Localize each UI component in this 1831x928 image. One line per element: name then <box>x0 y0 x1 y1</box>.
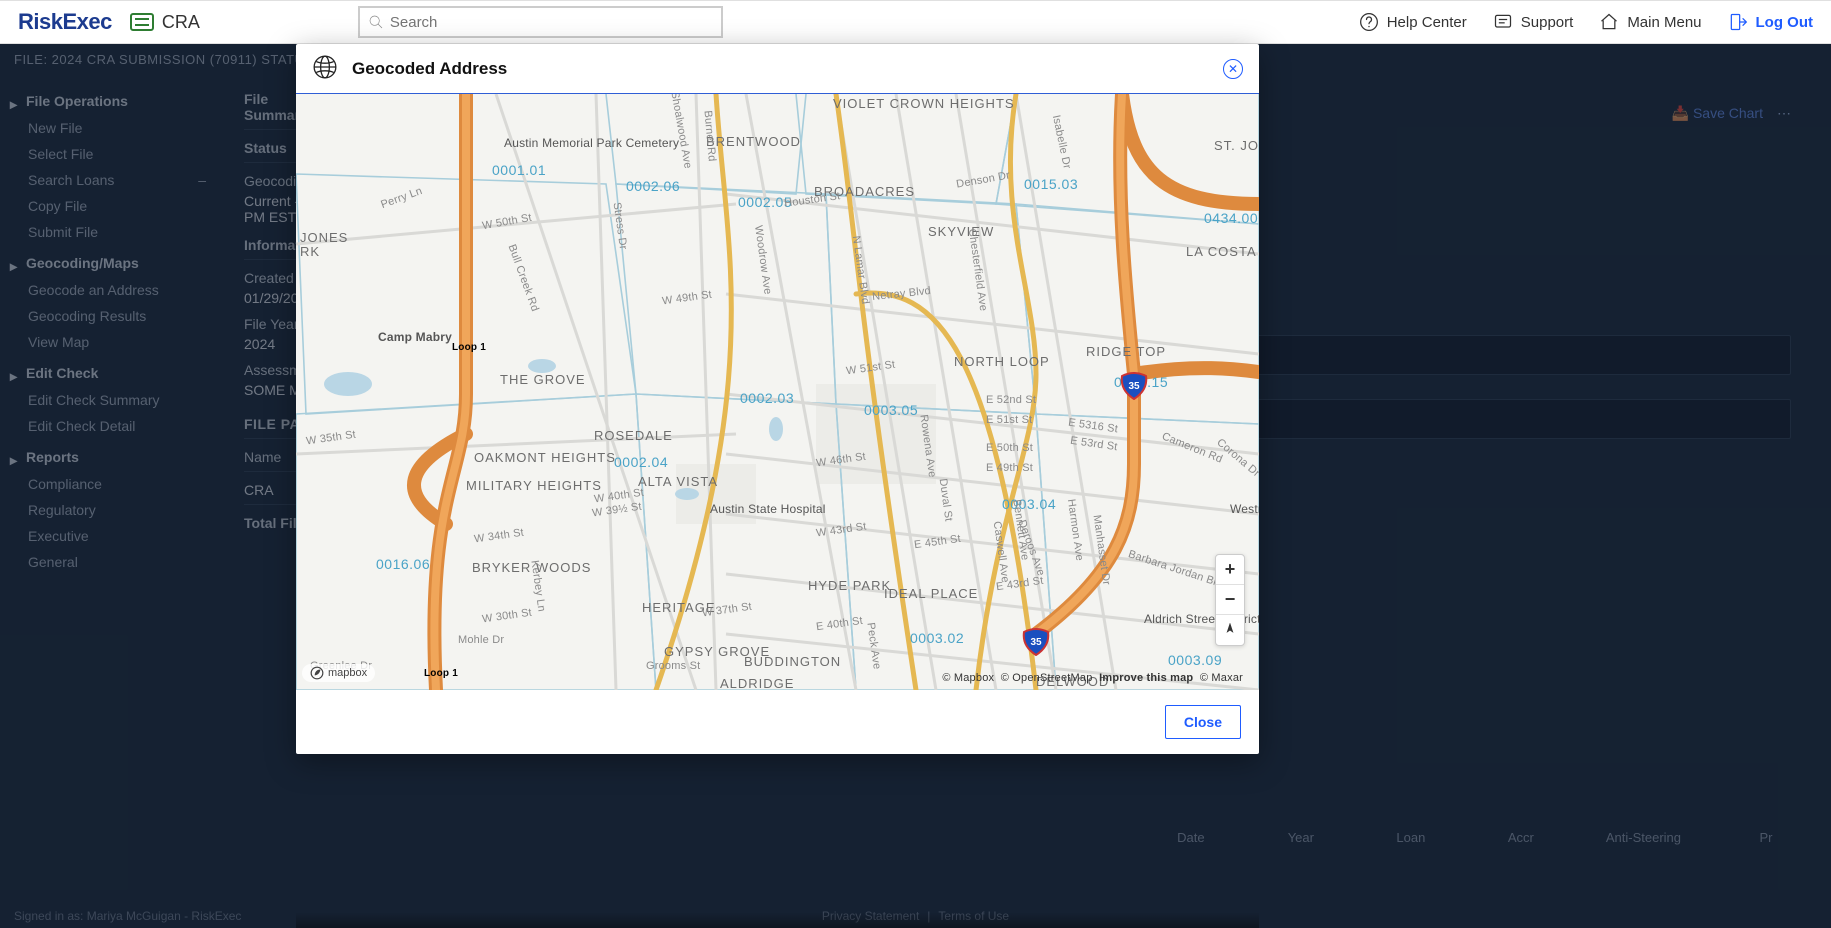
support-link[interactable]: Support <box>1493 12 1574 32</box>
zoom-in-button[interactable]: + <box>1216 555 1244 585</box>
poi-label: Austin Memorial Park Cemetery <box>504 136 614 150</box>
neigh-label: RIDGE TOP <box>1086 344 1166 359</box>
neigh-label: ALTA VISTA <box>638 474 718 489</box>
modal-footer: Close <box>296 690 1259 754</box>
neigh-label: BRENTWOOD <box>706 134 801 149</box>
reset-bearing-button[interactable] <box>1216 615 1244 645</box>
interstate-shield-icon: 35 <box>1022 628 1050 656</box>
poi-label: Aldrich Street District <box>1144 612 1224 626</box>
tract-label: 0015.03 <box>1024 176 1078 192</box>
neigh-label: OAKMONT HEIGHTS <box>474 450 554 465</box>
search-icon <box>368 14 384 30</box>
app-context: CRA <box>130 12 200 33</box>
cra-icon <box>130 13 154 31</box>
logout-link[interactable]: Log Out <box>1728 12 1813 32</box>
neigh-label: Westm <box>1230 502 1259 516</box>
neigh-label: VIOLET CROWN HEIGHTS <box>833 96 1015 111</box>
tract-label: 0016.06 <box>376 556 430 572</box>
chat-icon <box>1493 12 1513 32</box>
app-context-label: CRA <box>162 12 200 33</box>
modal-header: Geocoded Address ✕ <box>296 44 1259 94</box>
neigh-label: HYDE PARK <box>808 578 891 593</box>
mapbox-logo: mapbox <box>302 664 375 682</box>
neigh-label: ALDRIDGE <box>720 676 794 690</box>
neigh-label: LA COSTA <box>1186 244 1257 259</box>
search-input[interactable] <box>390 14 713 31</box>
map-controls: + − <box>1215 554 1245 646</box>
top-bar: RiskExec CRA Help Center Support Main Me… <box>0 0 1831 44</box>
neigh-label: IDEAL PLACE <box>884 586 978 601</box>
main-menu-link[interactable]: Main Menu <box>1599 12 1701 32</box>
neigh-label: RK <box>300 244 320 259</box>
neigh-label: SKYVIEW <box>928 224 994 239</box>
svg-text:35: 35 <box>1128 381 1140 392</box>
tract-label: 0001.01 <box>492 162 546 178</box>
tract-label: 0434.00 <box>1204 210 1258 226</box>
neigh-label: BUDDINGTON <box>744 654 841 669</box>
mapbox-icon <box>310 666 324 680</box>
tract-label: 0002.04 <box>614 454 668 470</box>
tract-label: 0003.05 <box>864 402 918 418</box>
modal-close-x[interactable]: ✕ <box>1223 59 1243 79</box>
route-shield: Loop 1 <box>452 342 486 353</box>
route-shield: Loop 1 <box>424 668 458 679</box>
logout-icon <box>1728 12 1748 32</box>
neigh-label: JONES <box>300 230 348 245</box>
svg-text:35: 35 <box>1030 637 1042 648</box>
neigh-label: THE GROVE <box>500 372 586 387</box>
modal-title: Geocoded Address <box>352 59 507 79</box>
globe-icon <box>312 54 338 83</box>
brand-logo: RiskExec <box>18 9 112 35</box>
improve-map-link[interactable]: Improve this map <box>1099 672 1193 684</box>
neigh-label: ROSEDALE <box>594 428 673 443</box>
close-button[interactable]: Close <box>1165 705 1241 739</box>
zoom-out-button[interactable]: − <box>1216 585 1244 615</box>
map-canvas[interactable]: 0001.01 0002.06 0002.05 0015.03 0434.00 … <box>296 94 1259 690</box>
compass-icon <box>1223 623 1237 637</box>
help-icon <box>1359 12 1379 32</box>
poi-label: Austin State Hospital <box>710 502 790 516</box>
neigh-label: NORTH LOOP <box>954 354 1050 369</box>
help-center-link[interactable]: Help Center <box>1359 12 1467 32</box>
neigh-label: MILITARY HEIGHTS <box>466 478 546 493</box>
home-icon <box>1599 12 1619 32</box>
tract-label: 0003.02 <box>910 630 964 646</box>
interstate-shield-icon: 35 <box>1120 372 1148 400</box>
geocoded-address-modal: Geocoded Address ✕ <box>296 44 1259 754</box>
neigh-label: ST. JO <box>1214 138 1259 153</box>
tract-label: 0002.03 <box>740 390 794 406</box>
neigh-label: GYPSY GROVE <box>664 644 724 659</box>
tract-label: 0003.09 <box>1168 652 1222 668</box>
map-attribution: © Mapbox © OpenStreetMap Improve this ma… <box>942 672 1243 684</box>
global-search[interactable] <box>358 6 723 38</box>
tract-label: 0002.06 <box>626 178 680 194</box>
poi-label: Camp Mabry <box>378 330 452 344</box>
